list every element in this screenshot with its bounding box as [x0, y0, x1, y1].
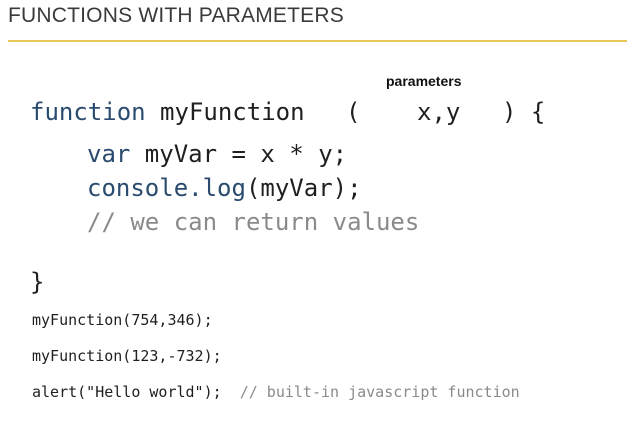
- parameter-list: x,y: [417, 98, 461, 126]
- alert-call-line: alert("Hello world"); // built-in javasc…: [32, 385, 520, 400]
- log-arguments: (myVar);: [245, 174, 362, 202]
- var-keyword: var: [87, 140, 131, 168]
- function-name: myFunction: [160, 98, 305, 126]
- console-log-line: console.log(myVar);: [87, 176, 362, 200]
- alert-call: alert("Hello world");: [32, 383, 222, 401]
- open-paren: (: [346, 98, 361, 126]
- close-paren-brace: ) {: [502, 98, 546, 126]
- console-object: console.: [87, 174, 203, 202]
- closing-brace: }: [30, 268, 45, 296]
- return-comment-line: // we can return values: [87, 208, 420, 236]
- function-call-1: myFunction(754,346);: [32, 311, 213, 329]
- parameters-label: parameters: [386, 73, 462, 89]
- function-declaration-line: function myFunction: [30, 100, 305, 124]
- slide-title: FUNCTIONS WITH PARAMETERS: [8, 4, 344, 27]
- function-call-2: myFunction(123,-732);: [32, 347, 222, 365]
- function-keyword: function: [30, 98, 146, 126]
- alert-comment: // built-in javascript function: [239, 383, 520, 401]
- var-expression: myVar = x * y;: [130, 140, 348, 168]
- title-underline: [8, 40, 627, 42]
- var-declaration-line: var myVar = x * y;: [87, 142, 347, 166]
- log-method: log: [202, 174, 246, 202]
